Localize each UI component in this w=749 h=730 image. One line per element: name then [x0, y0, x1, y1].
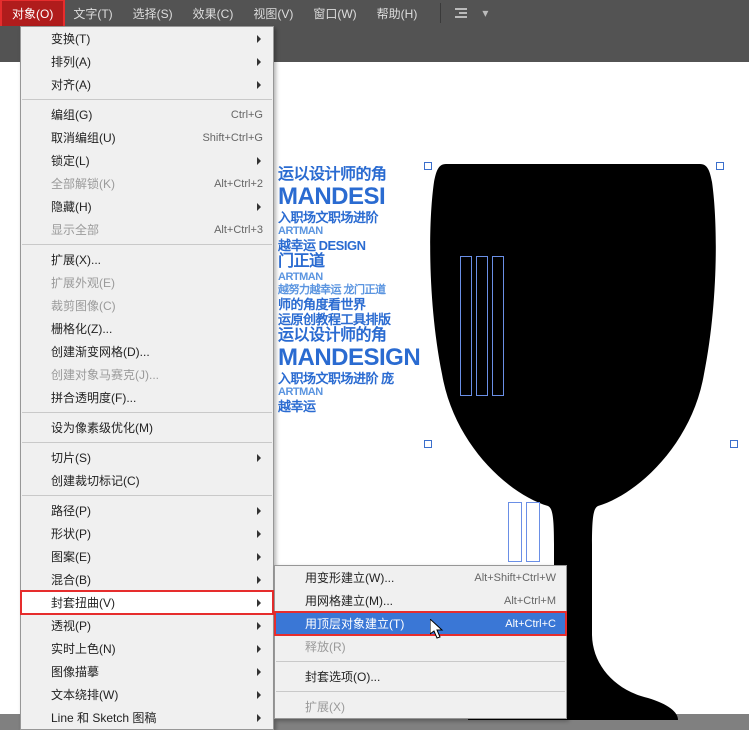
selection-handle[interactable]	[424, 162, 432, 170]
menu-type[interactable]: 文字(T)	[63, 1, 122, 26]
selection-handle[interactable]	[716, 162, 724, 170]
menu-transform[interactable]: 变换(T)	[21, 27, 273, 50]
menu-perspective[interactable]: 透视(P)	[21, 614, 273, 637]
chevron-right-icon	[257, 622, 265, 630]
menu-group[interactable]: 编组(G)Ctrl+G	[21, 103, 273, 126]
object-dropdown: 变换(T) 排列(A) 对齐(A) 编组(G)Ctrl+G 取消编组(U)Shi…	[20, 26, 274, 730]
chevron-right-icon	[257, 530, 265, 538]
menu-unlock-all: 全部解锁(K)Alt+Ctrl+2	[21, 172, 273, 195]
envelope-submenu: 用变形建立(W)...Alt+Shift+Ctrl+W 用网格建立(M)...A…	[274, 565, 567, 719]
chevron-right-icon	[257, 645, 265, 653]
textframe-indicator	[460, 256, 472, 396]
menu-hide[interactable]: 隐藏(H)	[21, 195, 273, 218]
menubar: 对象(O) 文字(T) 选择(S) 效果(C) 视图(V) 窗口(W) 帮助(H…	[0, 0, 749, 26]
menu-view[interactable]: 视图(V)	[243, 1, 303, 26]
chevron-right-icon	[257, 81, 265, 89]
menu-window[interactable]: 窗口(W)	[303, 1, 366, 26]
submenu-expand: 扩展(X)	[275, 695, 566, 718]
menu-envelope-distort[interactable]: 封套扭曲(V)	[21, 591, 273, 614]
chevron-right-icon	[257, 58, 265, 66]
menu-gradient-mesh[interactable]: 创建渐变网格(D)...	[21, 340, 273, 363]
menu-separator	[22, 442, 272, 443]
menu-effect[interactable]: 效果(C)	[183, 1, 244, 26]
menu-separator	[276, 691, 565, 692]
submenu-options[interactable]: 封套选项(O)...	[275, 665, 566, 688]
menu-pattern[interactable]: 图案(E)	[21, 545, 273, 568]
textframe-indicator	[526, 502, 540, 562]
chevron-right-icon	[257, 576, 265, 584]
menu-object[interactable]: 对象(O)	[2, 1, 63, 26]
menu-show-all: 显示全部Alt+Ctrl+3	[21, 218, 273, 241]
chevron-right-icon	[257, 599, 265, 607]
menu-rasterize[interactable]: 栅格化(Z)...	[21, 317, 273, 340]
chevron-right-icon	[257, 714, 265, 722]
menu-separator	[22, 99, 272, 100]
submenu-make-mesh[interactable]: 用网格建立(M)...Alt+Ctrl+M	[275, 589, 566, 612]
menu-separator	[22, 244, 272, 245]
menu-slice[interactable]: 切片(S)	[21, 446, 273, 469]
menu-flatten-trans[interactable]: 拼合透明度(F)...	[21, 386, 273, 409]
selection-handle[interactable]	[424, 440, 432, 448]
menu-blend[interactable]: 混合(B)	[21, 568, 273, 591]
selection-handle[interactable]	[730, 440, 738, 448]
menu-expand-appearance: 扩展外观(E)	[21, 271, 273, 294]
menu-ungroup[interactable]: 取消编组(U)Shift+Ctrl+G	[21, 126, 273, 149]
menu-lock[interactable]: 锁定(L)	[21, 149, 273, 172]
menu-separator	[22, 495, 272, 496]
chevron-right-icon	[257, 553, 265, 561]
menu-help[interactable]: 帮助(H)	[367, 1, 428, 26]
cursor-icon	[430, 619, 444, 639]
menu-object-mosaic: 创建对象马赛克(J)...	[21, 363, 273, 386]
menu-separator	[276, 661, 565, 662]
chevron-right-icon	[257, 35, 265, 43]
menu-text-wrap[interactable]: 文本绕排(W)	[21, 683, 273, 706]
submenu-make-warp[interactable]: 用变形建立(W)...Alt+Shift+Ctrl+W	[275, 566, 566, 589]
textframe-indicator	[492, 256, 504, 396]
chevron-right-icon	[257, 507, 265, 515]
menu-align[interactable]: 对齐(A)	[21, 73, 273, 96]
menu-trim-marks[interactable]: 创建裁切标记(C)	[21, 469, 273, 492]
dropdown-icon[interactable]: ▾	[473, 4, 497, 22]
menu-separator	[22, 412, 272, 413]
chevron-right-icon	[257, 691, 265, 699]
toolbar-separator	[427, 3, 441, 23]
menu-crop-image: 裁剪图像(C)	[21, 294, 273, 317]
chevron-right-icon	[257, 454, 265, 462]
menu-line-sketch[interactable]: Line 和 Sketch 图稿	[21, 706, 273, 729]
menu-image-trace[interactable]: 图像描摹	[21, 660, 273, 683]
textframe-indicator	[508, 502, 522, 562]
align-right-icon[interactable]	[449, 4, 473, 22]
chevron-right-icon	[257, 157, 265, 165]
menu-arrange[interactable]: 排列(A)	[21, 50, 273, 73]
submenu-make-top-object[interactable]: 用顶层对象建立(T)Alt+Ctrl+C	[275, 612, 566, 635]
menu-path[interactable]: 路径(P)	[21, 499, 273, 522]
submenu-release: 释放(R)	[275, 635, 566, 658]
chevron-right-icon	[257, 203, 265, 211]
menu-select[interactable]: 选择(S)	[123, 1, 183, 26]
textframe-indicator	[476, 256, 488, 396]
menu-expand[interactable]: 扩展(X)...	[21, 248, 273, 271]
menu-shape[interactable]: 形状(P)	[21, 522, 273, 545]
chevron-right-icon	[257, 668, 265, 676]
menu-live-paint[interactable]: 实时上色(N)	[21, 637, 273, 660]
menu-pixel-perfect[interactable]: 设为像素级优化(M)	[21, 416, 273, 439]
